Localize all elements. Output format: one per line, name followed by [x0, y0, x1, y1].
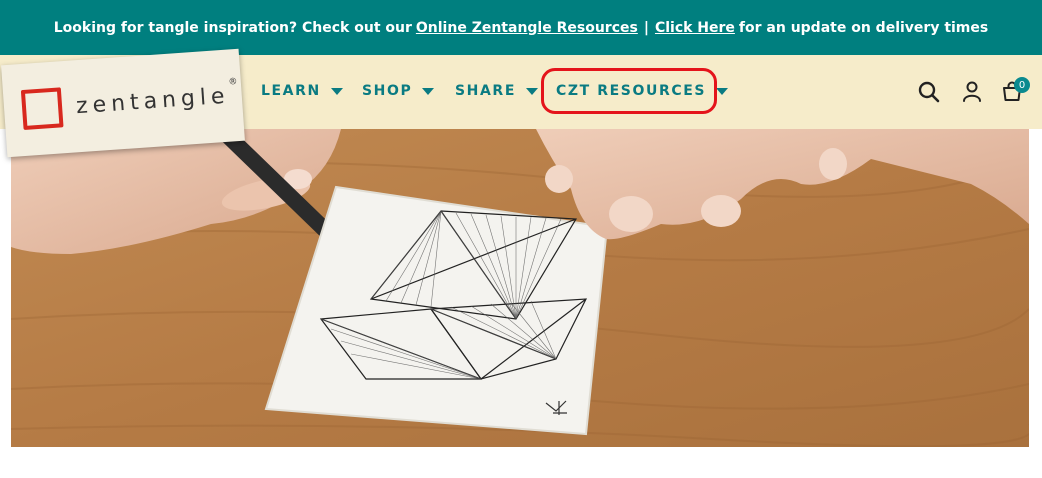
nav-learn-label: LEARN — [261, 83, 321, 99]
search-icon — [918, 81, 940, 103]
nav-share[interactable]: SHARE — [455, 83, 538, 99]
hero-photo — [11, 129, 1029, 447]
announcement-separator: | — [643, 19, 649, 36]
search-button[interactable] — [917, 80, 941, 108]
user-icon — [963, 81, 981, 102]
chevron-down-icon — [330, 87, 343, 95]
logo-square-icon — [20, 87, 64, 130]
highlight-outline — [541, 68, 717, 114]
nav-learn[interactable]: LEARN — [261, 83, 343, 99]
online-resources-link[interactable]: Online Zentangle Resources — [416, 20, 638, 36]
nav-shop[interactable]: SHOP — [362, 83, 435, 99]
chevron-down-icon — [422, 87, 435, 95]
zentangle-logo[interactable]: zentangle ® — [1, 48, 245, 158]
announcement-text: Looking for tangle inspiration? Check ou… — [53, 19, 412, 36]
logo-text: zentangle — [75, 83, 231, 119]
announcement-text-after: for an update on delivery times — [738, 19, 989, 36]
account-button[interactable] — [961, 80, 983, 108]
chevron-down-icon — [716, 87, 729, 95]
logo-registered-mark: ® — [228, 76, 238, 88]
nav-share-label: SHARE — [455, 83, 516, 99]
cart-count-badge: 0 — [1014, 77, 1030, 93]
hero-image — [11, 129, 1029, 447]
chevron-down-icon — [525, 87, 538, 95]
announcement-bar: Looking for tangle inspiration? Check ou… — [0, 0, 1042, 55]
nav-shop-label: SHOP — [362, 83, 413, 99]
click-here-link[interactable]: Click Here — [655, 20, 735, 36]
